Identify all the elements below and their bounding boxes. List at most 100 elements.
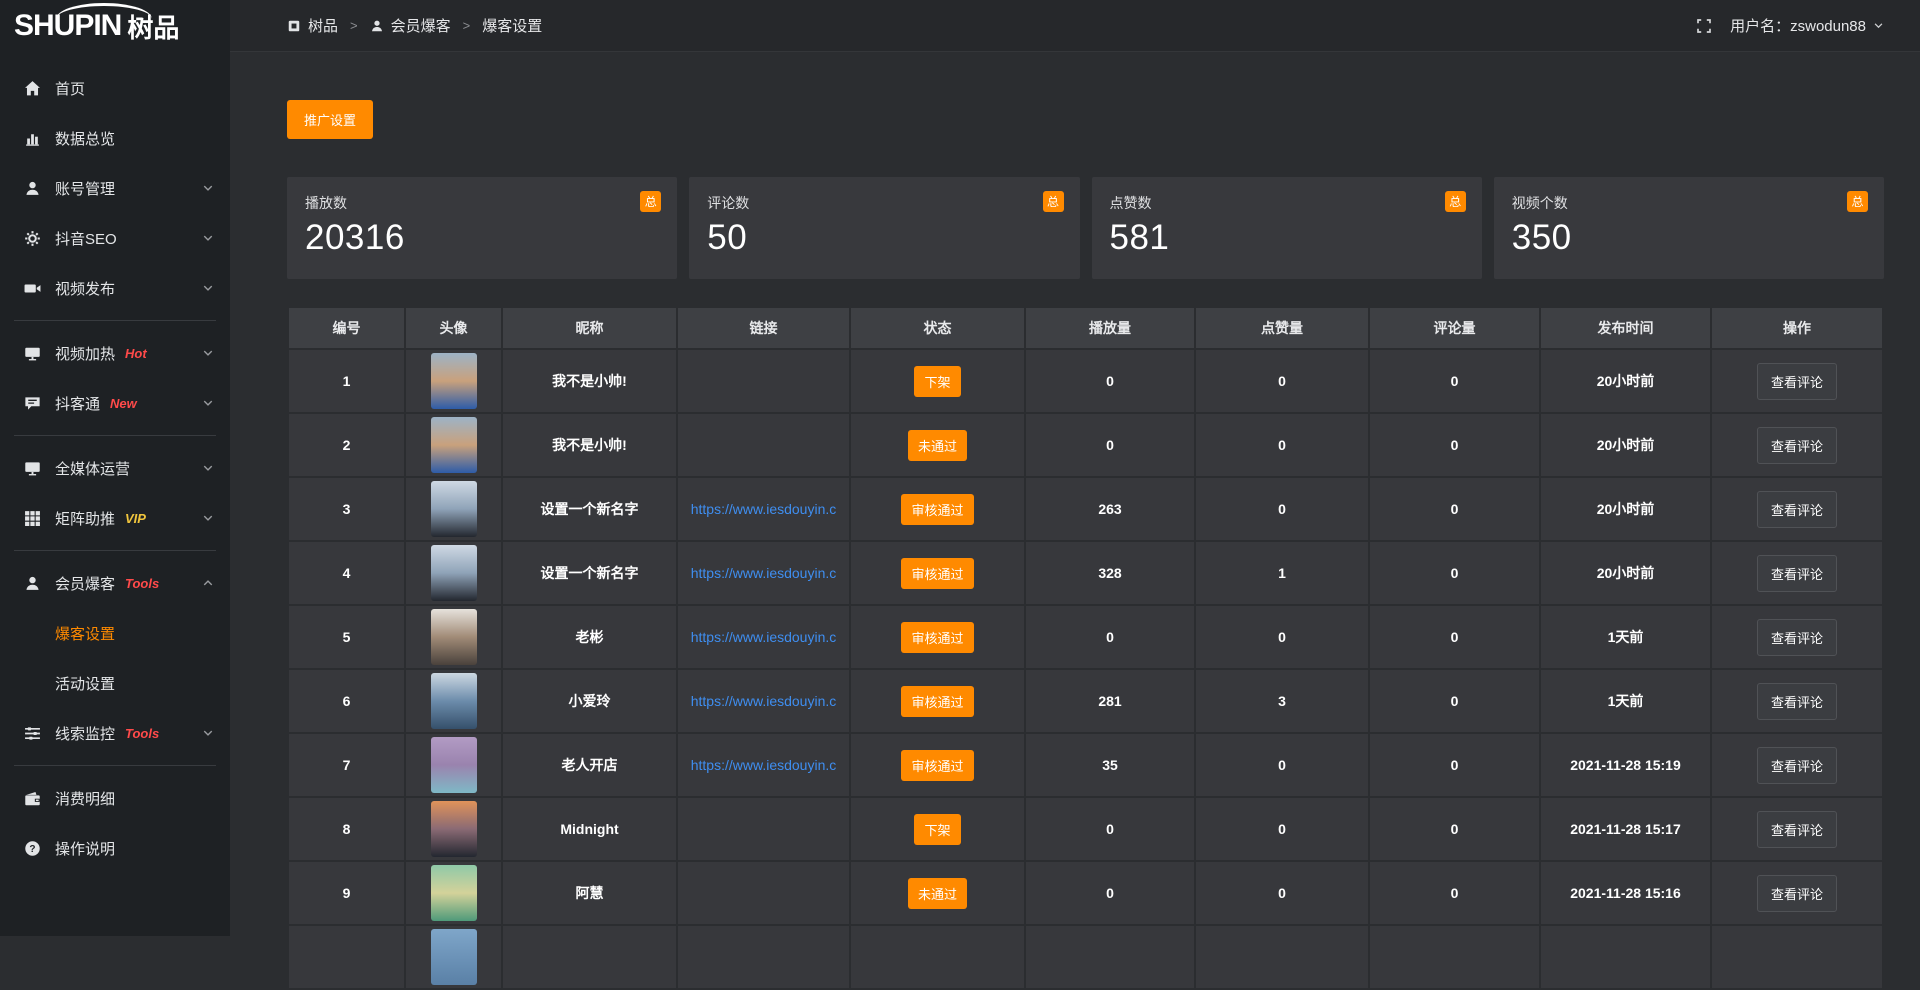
cell-plays: 0 (1025, 605, 1195, 669)
cell-nickname: 老彬 (502, 605, 677, 669)
cell-nickname: 我不是小帅! (502, 413, 677, 477)
video-link[interactable]: https://www.iesdouyin.c (691, 501, 837, 517)
sidebar-divider (14, 550, 216, 551)
sidebar-divider (14, 320, 216, 321)
cell-status (850, 925, 1025, 989)
sidebar-item-sliders[interactable]: 线索监控Tools (0, 708, 230, 758)
cell-time: 1天前 (1540, 669, 1711, 733)
sidebar-item-member[interactable]: 会员爆客Tools (0, 558, 230, 608)
avatar (431, 673, 477, 729)
chevron-down-icon (202, 512, 214, 524)
sidebar-subitem-14[interactable]: 活动设置 (0, 658, 230, 708)
view-comments-button[interactable]: 查看评论 (1757, 875, 1837, 912)
monitor-icon (24, 460, 41, 477)
video-icon (24, 280, 41, 297)
member-icon (24, 575, 41, 592)
view-comments-button[interactable]: 查看评论 (1757, 363, 1837, 400)
view-comments-button[interactable]: 查看评论 (1757, 683, 1837, 720)
view-comments-button[interactable]: 查看评论 (1757, 555, 1837, 592)
sidebar-item-label: 视频发布 (55, 278, 115, 299)
sidebar-subitem-label: 活动设置 (55, 673, 115, 694)
promotion-settings-button[interactable]: 推广设置 (287, 100, 373, 139)
cell-avatar (405, 861, 502, 925)
view-comments-button[interactable]: 查看评论 (1757, 619, 1837, 656)
cell-id: 9 (288, 861, 405, 925)
cell-id: 6 (288, 669, 405, 733)
wallet-icon (24, 790, 41, 807)
status-badge: 下架 (914, 366, 960, 397)
column-header-time: 发布时间 (1540, 307, 1711, 349)
breadcrumb-item-1[interactable]: 会员爆客 (370, 15, 451, 36)
cell-likes: 0 (1195, 861, 1369, 925)
view-comments-button[interactable]: 查看评论 (1757, 747, 1837, 784)
sidebar-divider (14, 765, 216, 766)
stat-card-videos: 视频个数 350 总 (1494, 177, 1884, 279)
cell-id: 1 (288, 349, 405, 413)
cell-action: 查看评论 (1711, 797, 1883, 861)
cell-link (677, 925, 850, 989)
video-link[interactable]: https://www.iesdouyin.c (691, 565, 837, 581)
cell-likes: 1 (1195, 541, 1369, 605)
video-link[interactable]: https://www.iesdouyin.c (691, 629, 837, 645)
view-comments-button[interactable]: 查看评论 (1757, 427, 1837, 464)
cell-nickname: 阿慧 (502, 861, 677, 925)
status-badge: 未通过 (908, 878, 967, 909)
cell-likes: 0 (1195, 733, 1369, 797)
cell-time: 2021-11-28 15:19 (1540, 733, 1711, 797)
sidebar-item-gear[interactable]: 抖音SEO (0, 213, 230, 263)
sidebar-item-label: 抖音SEO (55, 228, 117, 249)
cell-avatar (405, 541, 502, 605)
avatar (431, 801, 477, 857)
grid-icon (24, 510, 41, 527)
sidebar-subitem-13[interactable]: 爆客设置 (0, 608, 230, 658)
cell-action: 查看评论 (1711, 733, 1883, 797)
cell-time (1540, 925, 1711, 989)
sidebar-item-label: 线索监控 (55, 723, 115, 744)
sidebar-item-monitor[interactable]: 全媒体运营 (0, 443, 230, 493)
view-comments-button[interactable]: 查看评论 (1757, 491, 1837, 528)
cell-comments: 0 (1369, 349, 1540, 413)
cell-comments: 0 (1369, 541, 1540, 605)
sidebar-item-chart[interactable]: 数据总览 (0, 113, 230, 163)
column-header-likes: 点赞量 (1195, 307, 1369, 349)
sidebar-item-chat[interactable]: 抖客通New (0, 378, 230, 428)
table-row: 8Midnight下架0002021-11-28 15:17查看评论 (288, 797, 1883, 861)
sidebar-item-grid[interactable]: 矩阵助推VIP (0, 493, 230, 543)
sidebar-item-wallet[interactable]: 消费明细 (0, 773, 230, 823)
stat-label: 视频个数 (1512, 193, 1866, 213)
user-dropdown[interactable]: 用户名：zswodun88 (1730, 15, 1884, 36)
cell-link (677, 797, 850, 861)
cell-link (677, 861, 850, 925)
sidebar-item-heat[interactable]: 视频加热Hot (0, 328, 230, 378)
cell-action: 查看评论 (1711, 413, 1883, 477)
breadcrumb-label: 爆客设置 (482, 15, 542, 36)
column-header-comments: 评论量 (1369, 307, 1540, 349)
table-row: 3设置一个新名字https://www.iesdouyin.c审核通过26300… (288, 477, 1883, 541)
cell-action: 查看评论 (1711, 605, 1883, 669)
total-badge: 总 (1445, 191, 1466, 212)
column-header-nickname: 昵称 (502, 307, 677, 349)
sidebar-item-video[interactable]: 视频发布 (0, 263, 230, 313)
cell-link: https://www.iesdouyin.c (677, 541, 850, 605)
breadcrumb-item-0[interactable]: 树品 (287, 15, 338, 36)
topbar: 树品>会员爆客>爆客设置 用户名：zswodun88 (230, 0, 1920, 52)
sidebar-item-home[interactable]: 首页 (0, 63, 230, 113)
video-link[interactable]: https://www.iesdouyin.c (691, 757, 837, 773)
cell-id: 7 (288, 733, 405, 797)
sidebar-item-help[interactable]: 操作说明 (0, 823, 230, 873)
avatar (431, 609, 477, 665)
cell-time: 1天前 (1540, 605, 1711, 669)
chart-icon (24, 130, 41, 147)
cell-action: 查看评论 (1711, 477, 1883, 541)
cell-action (1711, 925, 1883, 989)
stat-label: 播放数 (305, 193, 659, 213)
view-comments-button[interactable]: 查看评论 (1757, 811, 1837, 848)
fullscreen-icon[interactable] (1696, 18, 1712, 34)
sidebar-item-user[interactable]: 账号管理 (0, 163, 230, 213)
table-row: 4设置一个新名字https://www.iesdouyin.c审核通过32810… (288, 541, 1883, 605)
chevron-down-icon (202, 347, 214, 359)
sidebar-item-label: 消费明细 (55, 788, 115, 809)
cell-status: 下架 (850, 349, 1025, 413)
video-link[interactable]: https://www.iesdouyin.c (691, 693, 837, 709)
chevron-down-icon (202, 397, 214, 409)
